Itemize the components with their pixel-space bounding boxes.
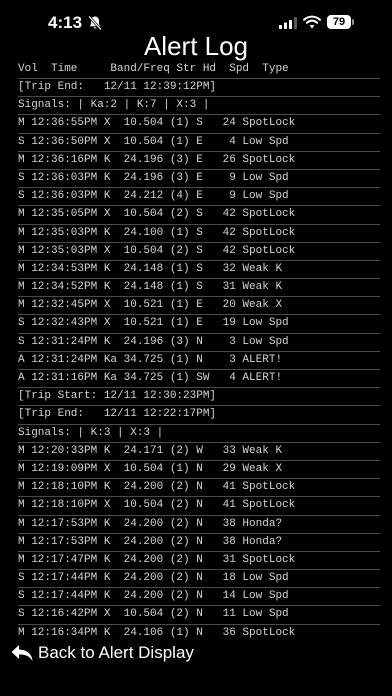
log-line: A 12:31:24PM Ka 34.725 (1) N 3 ALERT! — [18, 350, 380, 369]
log-line: S 12:31:24PM K 24.196 (3) N 3 Low Spd — [18, 332, 380, 351]
log-line: S 12:36:03PM K 24.196 (3) E 9 Low Spd — [18, 168, 380, 187]
wifi-icon — [303, 15, 321, 29]
battery-icon: 79 — [327, 15, 351, 29]
log-line: M 12:35:03PM K 24.100 (1) S 42 SpotLock — [18, 223, 380, 242]
log-line: M 12:20:33PM K 24.171 (2) W 33 Weak K — [18, 441, 380, 460]
log-line: M 12:35:05PM X 10.504 (2) S 42 SpotLock — [18, 205, 380, 223]
log-line: M 12:18:10PM X 10.504 (2) N 41 SpotLock — [18, 496, 380, 514]
log-line: [Trip End: 12/11 12:22:17PM] — [18, 405, 380, 423]
log-line: S 12:36:50PM X 10.504 (1) E 4 Low Spd — [18, 132, 380, 151]
log-line: M 12:36:55PM X 10.504 (1) S 24 SpotLock — [18, 114, 380, 132]
back-to-alert-display-button[interactable]: Back to Alert Display — [10, 640, 194, 666]
alert-log[interactable]: Vol Time Band/Freq Str Hd Spd Type [Trip… — [18, 60, 380, 642]
log-line: Signals: | K:3 | X:3 | — [18, 423, 380, 442]
cellular-signal-icon — [279, 17, 297, 29]
log-line: M 12:36:16PM K 24.196 (3) E 26 SpotLock — [18, 150, 380, 169]
log-column-header: Vol Time Band/Freq Str Hd Spd Type — [18, 63, 289, 75]
log-line: [Trip Start: 12/11 12:30:23PM] — [18, 387, 380, 405]
log-line: M 12:17:47PM K 24.200 (2) N 31 SpotLock — [18, 550, 380, 569]
log-line: S 12:16:42PM X 10.504 (2) N 11 Low Spd — [18, 605, 380, 623]
back-button-label: Back to Alert Display — [38, 643, 194, 662]
page-title: Alert Log — [143, 31, 249, 61]
back-arrow-icon — [11, 645, 33, 661]
log-line: S 12:36:03PM K 24.212 (4) E 9 Low Spd — [18, 187, 380, 205]
log-line: M 12:17:53PM K 24.200 (2) N 38 Honda? — [18, 532, 380, 551]
log-line: M 12:19:09PM X 10.504 (1) N 29 Weak X — [18, 459, 380, 478]
battery-nub — [352, 19, 354, 25]
log-line: M 12:17:53PM K 24.200 (2) N 38 Honda? — [18, 514, 380, 533]
log-line: M 12:18:10PM K 24.200 (2) N 41 SpotLock — [18, 478, 380, 496]
log-line: S 12:17:44PM K 24.200 (2) N 18 Low Spd — [18, 569, 380, 587]
log-line: A 12:31:16PM Ka 34.725 (1) SW 4 ALERT! — [18, 369, 380, 387]
log-line: M 12:34:52PM K 24.148 (1) S 31 Weak K — [18, 278, 380, 296]
log-line: Signals: | Ka:2 | K:7 | X:3 | — [18, 96, 380, 114]
bell-slash-icon — [88, 15, 102, 31]
log-line: M 12:35:03PM X 10.504 (2) S 42 SpotLock — [18, 241, 380, 260]
log-line: [Trip End: 12/11 12:39:12PM] — [18, 78, 380, 96]
log-line: M 12:32:45PM X 10.521 (1) E 20 Weak X — [18, 296, 380, 314]
log-line: M 12:34:53PM K 24.148 (1) S 32 Weak K — [18, 259, 380, 278]
log-line: S 12:32:43PM X 10.521 (1) E 19 Low Spd — [18, 314, 380, 332]
log-line: S 12:17:44PM K 24.200 (2) N 14 Low Spd — [18, 587, 380, 605]
status-time: 4:13 — [48, 13, 83, 32]
